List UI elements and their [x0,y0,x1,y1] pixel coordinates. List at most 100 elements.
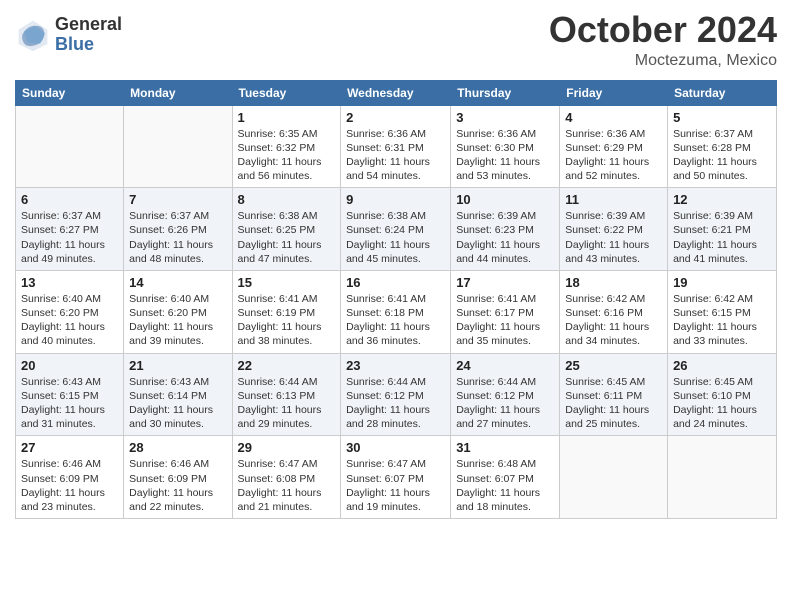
day-number: 12 [673,192,771,207]
calendar-week-2: 6 Sunrise: 6:37 AM Sunset: 6:27 PM Daylig… [16,188,777,271]
calendar: Sunday Monday Tuesday Wednesday Thursday… [15,80,777,519]
calendar-week-1: 1Sunrise: 6:35 AM Sunset: 6:32 PM Daylig… [16,105,777,188]
day-info: Sunrise: 6:44 AM Sunset: 6:12 PM Dayligh… [346,375,445,432]
calendar-cell [124,105,232,188]
calendar-cell: 19 Sunrise: 6:42 AM Sunset: 6:15 PM Dayli… [668,270,777,353]
calendar-cell: 31 Sunrise: 6:48 AM Sunset: 6:07 PM Dayli… [451,436,560,519]
day-info: Sunrise: 6:42 AM Sunset: 6:16 PM Dayligh… [565,292,662,349]
calendar-cell: 28 Sunrise: 6:46 AM Sunset: 6:09 PM Dayli… [124,436,232,519]
day-number: 3 [456,110,554,125]
day-number: 8 [238,192,336,207]
calendar-cell: 6 Sunrise: 6:37 AM Sunset: 6:27 PM Daylig… [16,188,124,271]
calendar-cell: 5 Sunrise: 6:37 AM Sunset: 6:28 PM Daylig… [668,105,777,188]
weekday-header-row: Sunday Monday Tuesday Wednesday Thursday… [16,80,777,105]
day-number: 22 [238,358,336,373]
day-info: Sunrise: 6:47 AM Sunset: 6:07 PM Dayligh… [346,457,445,514]
day-number: 19 [673,275,771,290]
day-number: 31 [456,440,554,455]
day-number: 1 [238,110,336,125]
day-info: Sunrise: 6:39 AM Sunset: 6:21 PM Dayligh… [673,209,771,266]
day-number: 23 [346,358,445,373]
col-tuesday: Tuesday [232,80,341,105]
day-number: 15 [238,275,336,290]
day-info: Sunrise: 6:43 AM Sunset: 6:14 PM Dayligh… [129,375,226,432]
calendar-cell: 13Sunrise: 6:40 AM Sunset: 6:20 PM Dayli… [16,270,124,353]
day-number: 30 [346,440,445,455]
day-number: 4 [565,110,662,125]
day-info: Sunrise: 6:43 AM Sunset: 6:15 PM Dayligh… [21,375,118,432]
logo: General Blue [15,15,122,55]
day-info: Sunrise: 6:36 AM Sunset: 6:30 PM Dayligh… [456,127,554,184]
calendar-cell: 12 Sunrise: 6:39 AM Sunset: 6:21 PM Dayli… [668,188,777,271]
day-info: Sunrise: 6:45 AM Sunset: 6:10 PM Dayligh… [673,375,771,432]
calendar-cell: 20 Sunrise: 6:43 AM Sunset: 6:15 PM Dayli… [16,353,124,436]
day-info: Sunrise: 6:37 AM Sunset: 6:27 PM Dayligh… [21,209,118,266]
day-number: 29 [238,440,336,455]
day-number: 9 [346,192,445,207]
day-info: Sunrise: 6:44 AM Sunset: 6:12 PM Dayligh… [456,375,554,432]
day-info: Sunrise: 6:46 AM Sunset: 6:09 PM Dayligh… [129,457,226,514]
day-info: Sunrise: 6:41 AM Sunset: 6:19 PM Dayligh… [238,292,336,349]
calendar-cell: 22 Sunrise: 6:44 AM Sunset: 6:13 PM Dayli… [232,353,341,436]
calendar-cell: 16Sunrise: 6:41 AM Sunset: 6:18 PM Dayli… [341,270,451,353]
calendar-cell [16,105,124,188]
calendar-week-3: 13Sunrise: 6:40 AM Sunset: 6:20 PM Dayli… [16,270,777,353]
day-info: Sunrise: 6:40 AM Sunset: 6:20 PM Dayligh… [21,292,118,349]
day-number: 16 [346,275,445,290]
day-info: Sunrise: 6:38 AM Sunset: 6:24 PM Dayligh… [346,209,445,266]
calendar-cell: 3 Sunrise: 6:36 AM Sunset: 6:30 PM Daylig… [451,105,560,188]
day-number: 20 [21,358,118,373]
calendar-cell: 1Sunrise: 6:35 AM Sunset: 6:32 PM Daylig… [232,105,341,188]
day-number: 7 [129,192,226,207]
calendar-cell: 29Sunrise: 6:47 AM Sunset: 6:08 PM Dayli… [232,436,341,519]
day-info: Sunrise: 6:42 AM Sunset: 6:15 PM Dayligh… [673,292,771,349]
day-info: Sunrise: 6:39 AM Sunset: 6:23 PM Dayligh… [456,209,554,266]
col-wednesday: Wednesday [341,80,451,105]
calendar-cell [560,436,668,519]
day-number: 24 [456,358,554,373]
calendar-cell: 14Sunrise: 6:40 AM Sunset: 6:20 PM Dayli… [124,270,232,353]
calendar-cell: 2 Sunrise: 6:36 AM Sunset: 6:31 PM Daylig… [341,105,451,188]
day-info: Sunrise: 6:44 AM Sunset: 6:13 PM Dayligh… [238,375,336,432]
logo-blue: Blue [55,35,122,55]
calendar-cell: 25Sunrise: 6:45 AM Sunset: 6:11 PM Dayli… [560,353,668,436]
day-info: Sunrise: 6:37 AM Sunset: 6:28 PM Dayligh… [673,127,771,184]
day-number: 2 [346,110,445,125]
day-number: 28 [129,440,226,455]
day-number: 17 [456,275,554,290]
logo-icon [15,17,51,53]
day-info: Sunrise: 6:46 AM Sunset: 6:09 PM Dayligh… [21,457,118,514]
day-number: 5 [673,110,771,125]
col-friday: Friday [560,80,668,105]
calendar-cell: 8 Sunrise: 6:38 AM Sunset: 6:25 PM Daylig… [232,188,341,271]
day-info: Sunrise: 6:48 AM Sunset: 6:07 PM Dayligh… [456,457,554,514]
calendar-cell: 11Sunrise: 6:39 AM Sunset: 6:22 PM Dayli… [560,188,668,271]
calendar-cell: 26Sunrise: 6:45 AM Sunset: 6:10 PM Dayli… [668,353,777,436]
calendar-cell: 7Sunrise: 6:37 AM Sunset: 6:26 PM Daylig… [124,188,232,271]
day-info: Sunrise: 6:36 AM Sunset: 6:31 PM Dayligh… [346,127,445,184]
day-info: Sunrise: 6:36 AM Sunset: 6:29 PM Dayligh… [565,127,662,184]
logo-general: General [55,15,122,35]
calendar-cell: 15 Sunrise: 6:41 AM Sunset: 6:19 PM Dayli… [232,270,341,353]
location: Moctezuma, Mexico [549,52,777,70]
day-info: Sunrise: 6:38 AM Sunset: 6:25 PM Dayligh… [238,209,336,266]
calendar-cell: 17 Sunrise: 6:41 AM Sunset: 6:17 PM Dayli… [451,270,560,353]
day-number: 10 [456,192,554,207]
col-monday: Monday [124,80,232,105]
calendar-cell: 9 Sunrise: 6:38 AM Sunset: 6:24 PM Daylig… [341,188,451,271]
calendar-cell: 23 Sunrise: 6:44 AM Sunset: 6:12 PM Dayli… [341,353,451,436]
day-number: 27 [21,440,118,455]
day-info: Sunrise: 6:41 AM Sunset: 6:17 PM Dayligh… [456,292,554,349]
day-number: 6 [21,192,118,207]
calendar-cell: 24 Sunrise: 6:44 AM Sunset: 6:12 PM Dayli… [451,353,560,436]
calendar-cell: 21Sunrise: 6:43 AM Sunset: 6:14 PM Dayli… [124,353,232,436]
day-number: 25 [565,358,662,373]
logo-text: General Blue [55,15,122,55]
calendar-cell: 30 Sunrise: 6:47 AM Sunset: 6:07 PM Dayli… [341,436,451,519]
calendar-cell: 18 Sunrise: 6:42 AM Sunset: 6:16 PM Dayli… [560,270,668,353]
day-number: 18 [565,275,662,290]
month-title: October 2024 [549,10,777,50]
calendar-cell: 10 Sunrise: 6:39 AM Sunset: 6:23 PM Dayli… [451,188,560,271]
day-number: 11 [565,192,662,207]
calendar-week-4: 20 Sunrise: 6:43 AM Sunset: 6:15 PM Dayli… [16,353,777,436]
